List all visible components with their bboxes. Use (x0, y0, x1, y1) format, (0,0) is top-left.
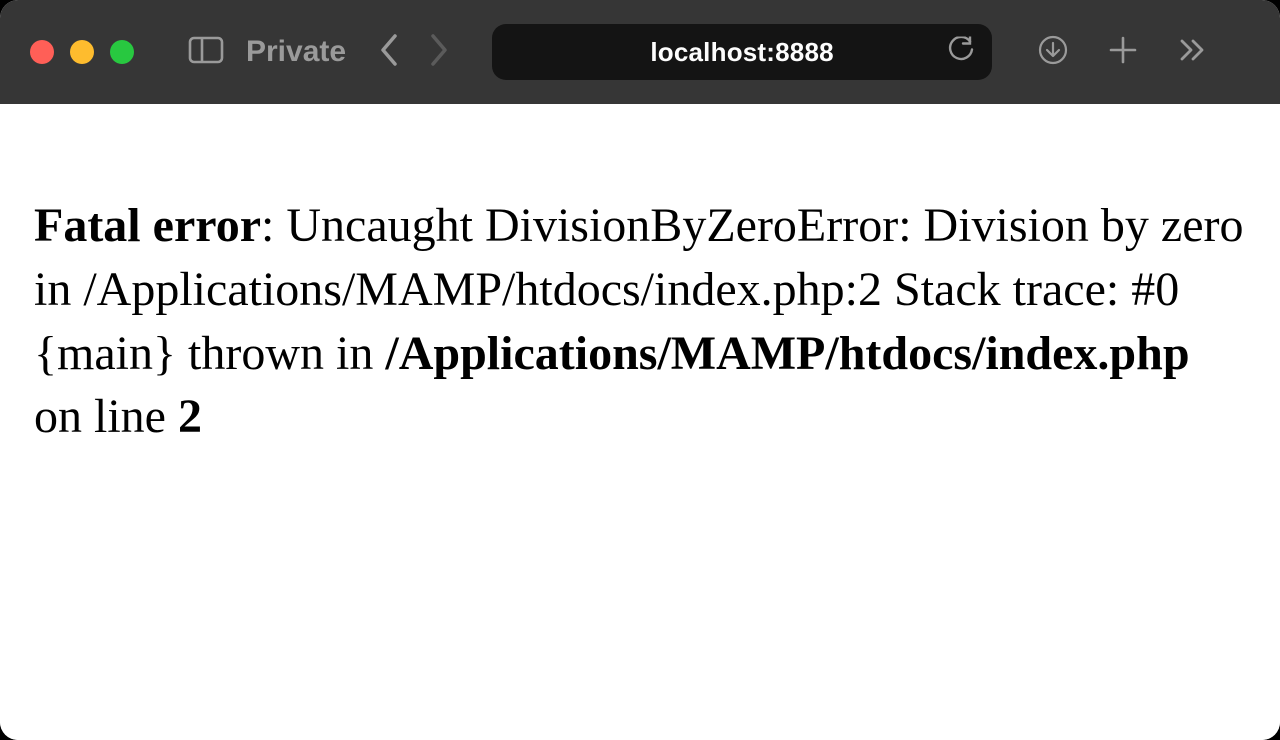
minimize-window-button[interactable] (70, 40, 94, 64)
chevron-left-icon (378, 33, 400, 72)
new-tab-button[interactable] (1108, 35, 1138, 70)
error-on-line: on line (34, 390, 178, 443)
navigation-arrows (378, 33, 450, 72)
error-heading: Fatal error (34, 199, 261, 252)
reload-button[interactable] (948, 37, 974, 68)
chevron-double-right-icon (1178, 35, 1208, 70)
forward-button[interactable] (428, 33, 450, 72)
window-controls (30, 40, 134, 64)
download-icon (1038, 35, 1068, 70)
chevron-right-icon (428, 33, 450, 72)
page-content: Fatal error: Uncaught DivisionByZeroErro… (0, 104, 1280, 740)
reload-icon (948, 37, 974, 68)
plus-icon (1108, 35, 1138, 70)
sidebar-toggle-button[interactable] (188, 36, 224, 69)
close-window-button[interactable] (30, 40, 54, 64)
toolbar-right-controls (1038, 35, 1208, 70)
fullscreen-window-button[interactable] (110, 40, 134, 64)
browser-window: Private localhost:8888 (0, 0, 1280, 740)
downloads-button[interactable] (1038, 35, 1068, 70)
back-button[interactable] (378, 33, 400, 72)
browser-toolbar: Private localhost:8888 (0, 0, 1280, 104)
php-error-message: Fatal error: Uncaught DivisionByZeroErro… (34, 194, 1246, 449)
address-text: localhost:8888 (650, 37, 833, 68)
private-mode-label: Private (246, 35, 346, 69)
sidebar-icon (188, 36, 224, 69)
error-file-path: /Applications/MAMP/htdocs/index.php (385, 327, 1189, 380)
error-line-number: 2 (178, 390, 202, 443)
overflow-menu-button[interactable] (1178, 35, 1208, 70)
address-bar[interactable]: localhost:8888 (492, 24, 992, 80)
error-colon: : (261, 199, 286, 252)
